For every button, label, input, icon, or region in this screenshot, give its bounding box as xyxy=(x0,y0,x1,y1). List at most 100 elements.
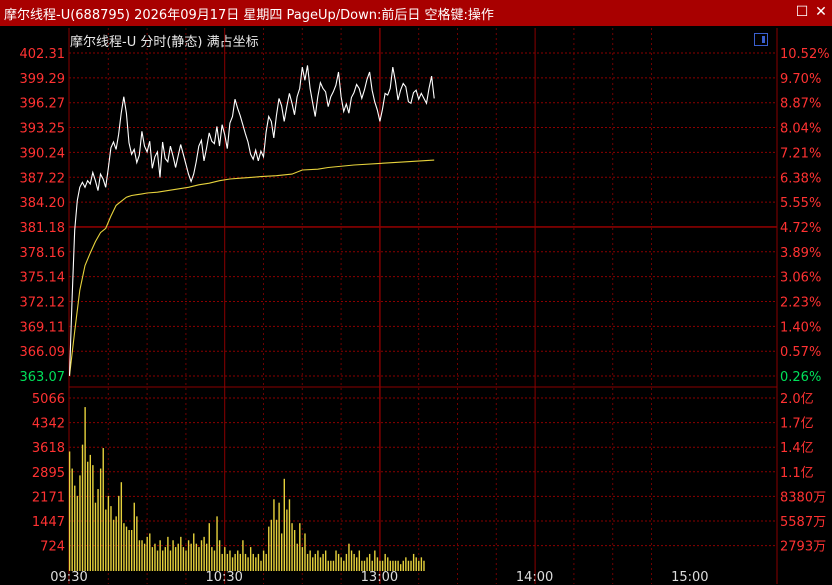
volume-bar xyxy=(322,553,324,571)
volume-bar xyxy=(283,478,285,571)
volume-bar xyxy=(309,550,311,571)
volume-bar xyxy=(169,550,172,571)
volume-bar xyxy=(340,557,342,571)
volume-bar xyxy=(281,533,283,571)
volume-bar xyxy=(84,407,86,571)
volume-bar xyxy=(133,502,135,571)
volume-amount-label: 1.1亿 xyxy=(780,466,814,481)
volume-bar xyxy=(257,553,260,571)
volume-bar xyxy=(319,557,322,571)
percent-tick-label: 9.70% xyxy=(780,72,821,87)
percent-tick-label: 3.89% xyxy=(780,246,821,261)
volume-bar xyxy=(415,557,417,571)
volume-bar xyxy=(205,543,208,571)
price-tick-label: 363.07 xyxy=(20,370,66,385)
volume-bar xyxy=(332,560,335,571)
volume-amount-label: 2793万 xyxy=(780,540,826,555)
volume-bar xyxy=(136,516,138,571)
volume-bar xyxy=(293,530,296,571)
volume-bar xyxy=(291,523,293,571)
time-tick-label: 10:30 xyxy=(205,570,243,585)
volume-bar xyxy=(374,550,376,571)
volume-bar xyxy=(213,550,216,571)
percent-tick-label: 5.55% xyxy=(780,196,821,211)
volume-bar xyxy=(87,461,89,571)
percent-tick-label: 0.26% xyxy=(780,370,821,385)
volume-bar xyxy=(317,550,319,571)
volume-bar xyxy=(366,557,368,571)
volume-bar xyxy=(221,553,223,571)
volume-bar xyxy=(68,451,71,571)
volume-bar xyxy=(286,509,288,571)
volume-bar xyxy=(177,543,179,571)
percent-tick-label: 8.87% xyxy=(780,97,821,112)
volume-bar xyxy=(182,547,185,571)
volume-bar xyxy=(162,550,164,571)
volume-bar xyxy=(231,557,234,571)
volume-bar xyxy=(120,482,123,571)
volume-bar xyxy=(151,547,154,571)
volume-bar xyxy=(273,499,275,571)
volume-tick-label: 5066 xyxy=(32,392,65,407)
volume-bar xyxy=(407,560,410,571)
volume-bar xyxy=(312,557,314,571)
volume-bar xyxy=(130,530,133,571)
volume-bar xyxy=(343,560,345,571)
volume-bar xyxy=(306,553,309,571)
volume-bar xyxy=(99,468,102,571)
volume-bar xyxy=(203,536,205,571)
price-tick-label: 372.12 xyxy=(20,296,66,311)
volume-bar xyxy=(89,454,91,571)
volume-bar xyxy=(265,553,267,571)
volume-tick-label: 2895 xyxy=(32,466,65,481)
volume-amount-label: 5587万 xyxy=(780,515,826,530)
volume-bar xyxy=(123,523,125,571)
time-tick-label: 09:30 xyxy=(50,570,88,585)
volume-bar xyxy=(102,448,104,571)
volume-bar xyxy=(159,540,161,571)
volume-bar xyxy=(348,543,350,571)
percent-tick-label: 8.04% xyxy=(780,122,821,137)
volume-bar xyxy=(79,475,81,571)
percent-tick-label: 3.06% xyxy=(780,271,821,286)
volume-bar xyxy=(110,506,112,571)
volume-bar xyxy=(164,547,167,571)
volume-bar xyxy=(402,560,404,571)
volume-bar xyxy=(270,519,273,571)
volume-bar xyxy=(384,553,386,571)
percent-tick-label: 4.72% xyxy=(780,221,821,236)
volume-bar xyxy=(410,560,412,571)
percent-tick-label: 2.23% xyxy=(780,296,821,311)
price-tick-label: 375.14 xyxy=(20,271,66,286)
volume-bar xyxy=(358,550,361,571)
volume-bar xyxy=(324,550,327,571)
price-tick-label: 396.27 xyxy=(20,97,66,112)
intraday-chart[interactable]: 402.31 10.52% 399.29 9.70% 396.27 8.87% 393.25… xyxy=(0,0,832,584)
price-tick-label: 402.31 xyxy=(20,47,66,62)
volume-bar xyxy=(405,557,407,571)
volume-bar xyxy=(423,560,425,571)
price-tick-label: 378.16 xyxy=(20,246,66,261)
volume-bar xyxy=(420,557,423,571)
percent-tick-label: 1.40% xyxy=(780,320,821,335)
volume-bar xyxy=(229,550,231,571)
volume-bar xyxy=(260,560,262,571)
volume-amount-label: 1.7亿 xyxy=(780,417,814,432)
volume-bar xyxy=(224,547,226,571)
volume-tick-label: 3618 xyxy=(32,441,65,456)
volume-amount-label: 8380万 xyxy=(780,490,826,505)
volume-bar xyxy=(167,536,169,571)
volume-bar xyxy=(81,444,84,571)
volume-bar xyxy=(180,536,182,571)
volume-bar xyxy=(218,540,221,571)
time-tick-label: 13:00 xyxy=(360,570,399,585)
volume-bar xyxy=(412,553,415,571)
volume-bar xyxy=(299,523,301,571)
volume-bar xyxy=(107,495,110,571)
volume-bar xyxy=(252,553,254,571)
volume-bar xyxy=(193,533,195,571)
volume-bar xyxy=(234,553,236,571)
price-tick-label: 387.22 xyxy=(20,171,66,186)
volume-amount-label: 1.4亿 xyxy=(780,441,814,456)
price-tick-label: 384.20 xyxy=(20,196,66,211)
